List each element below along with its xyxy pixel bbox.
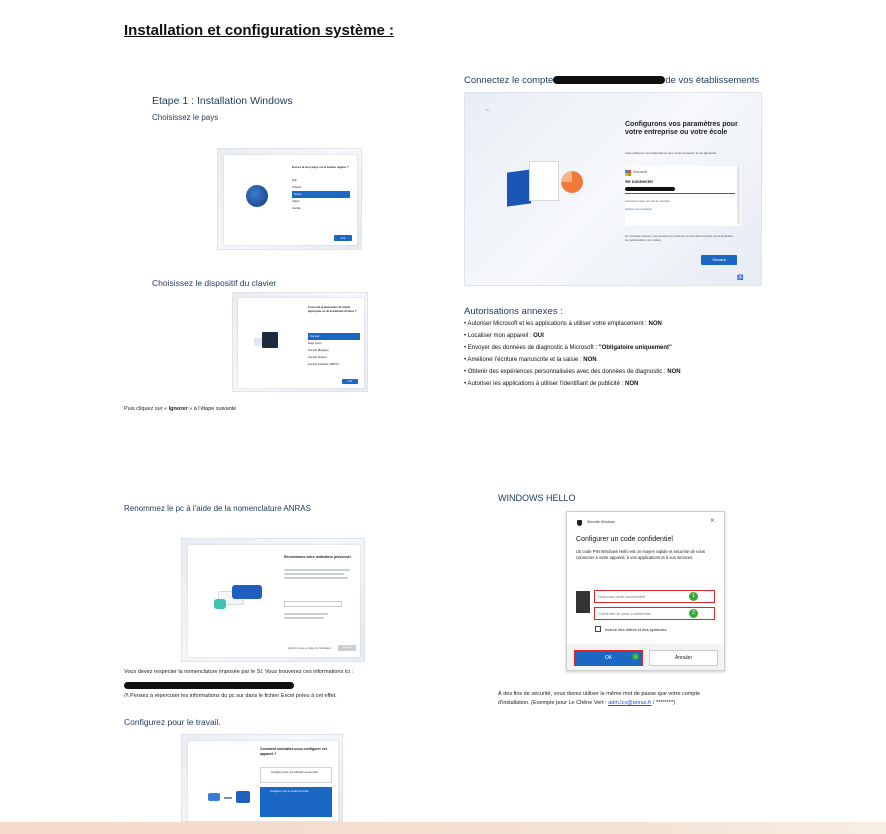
- country-option[interactable]: Gambie: [292, 205, 350, 212]
- rename-skip-link[interactable]: Ignorer la mise en place de l'ordinateur: [288, 647, 331, 650]
- briefcase-icon: [236, 791, 250, 803]
- org-footer: En choisissant Suivant, vous acceptez le…: [625, 235, 734, 242]
- org-screenshot: ← Configurons vos paramètres pour votre …: [464, 92, 762, 286]
- option-personal[interactable]: Configurer pour une utilisation personne…: [260, 767, 332, 783]
- annex-title: Autorisations annexes :: [464, 306, 563, 317]
- confirm-pin-field[interactable]: Confirmer le code confidentiel 2: [594, 607, 715, 620]
- keyboard-dialog: C'est-il de la disposition de clavier ap…: [238, 298, 364, 388]
- rename-screenshot: Renommons votre ordinateur personnel Ign…: [181, 538, 365, 662]
- marker-2: 2: [689, 609, 698, 618]
- close-icon[interactable]: ×: [710, 516, 715, 525]
- work-title: Configurez pour le travail.: [124, 717, 221, 727]
- hello-note: À des fins de sécurité, vous devez utili…: [498, 691, 701, 706]
- step1-title: Etape 1 : Installation Windows: [152, 95, 293, 107]
- cancel-button[interactable]: Annuler: [649, 650, 718, 666]
- warning-note: /!\ Pensez à répercuter les informations…: [124, 693, 337, 699]
- keyboard-option[interactable]: Belge (point): [308, 340, 360, 347]
- hello-title: WINDOWS HELLO: [498, 493, 576, 503]
- ignore-note: Puis cliquez sur « Ignorer » à l'étape s…: [124, 406, 237, 412]
- rename-next-button[interactable]: Suivant: [338, 645, 356, 651]
- redacted-email: [625, 187, 675, 191]
- signin-options-link[interactable]: Options de connexion: [625, 207, 652, 211]
- hello-heading: Configurer un code confidentiel: [576, 536, 673, 543]
- page-title: Installation et configuration système :: [124, 22, 395, 39]
- keyboard-yes-button[interactable]: Oui: [342, 379, 358, 384]
- country-option-selected[interactable]: France: [292, 191, 350, 198]
- country-screenshot: Est-ce le bon pays ou la bonne région ? …: [217, 148, 362, 250]
- annex-item: • Envoyer des données de diagnostic à Mi…: [464, 345, 672, 351]
- country-dialog: Est-ce le bon pays ou la bonne région ? …: [224, 155, 357, 245]
- annex-item: • Obtenir des expériences personnalisées…: [464, 369, 681, 375]
- annex-list: • Autoriser Microsoft et les application…: [464, 318, 681, 390]
- rename-title: Renommez le pc à l'aide de la nomenclatu…: [124, 504, 311, 513]
- security-key-link[interactable]: Connexion avec une clé de sécurité: [625, 199, 669, 203]
- scrollbar[interactable]: [737, 166, 740, 224]
- chat-bubble-icon: [232, 585, 262, 599]
- signin-label: Se connecter: [625, 179, 654, 184]
- accessibility-icon[interactable]: ♿: [737, 275, 743, 281]
- keypad-icon: [576, 591, 590, 613]
- keyboard-option[interactable]: Français (standard, AZERTY): [308, 361, 360, 368]
- checkbox-label: Inclure des lettres et des symboles: [605, 627, 667, 632]
- ms-brand: Microsoft: [633, 170, 648, 174]
- document-icon: [529, 161, 559, 201]
- letters-symbols-checkbox[interactable]: [595, 626, 601, 632]
- annex-item: • Autoriser Microsoft et les application…: [464, 321, 662, 327]
- rename-heading: Renommons votre ordinateur personnel: [284, 555, 351, 559]
- globe-icon: [246, 185, 268, 207]
- rename-dialog: Renommons votre ordinateur personnel Ign…: [188, 545, 360, 657]
- work-heading: Comment souhaitez-vous configurer cet ap…: [260, 747, 327, 756]
- option-work[interactable]: Configurer pour le travail ou l'école: [260, 787, 332, 817]
- redacted-name: [553, 76, 666, 84]
- annex-item: • Autoriser les applications à utiliser …: [464, 381, 639, 387]
- country-yes-button[interactable]: Oui: [334, 235, 352, 241]
- country-option[interactable]: Finlande: [292, 184, 350, 191]
- org-subtext: Vous utiliserez ces informations pour vo…: [625, 151, 717, 155]
- hello-window-title: Sécurité Windows: [587, 520, 616, 524]
- pc-name-input[interactable]: [284, 601, 342, 607]
- work-dialog: Comment souhaitez-vous configurer cet ap…: [188, 741, 338, 821]
- keyboard-title: Choisissez le dispositif du clavier: [152, 278, 277, 288]
- signin-panel: Microsoft Se connecter Connexion avec un…: [625, 166, 741, 226]
- marker-3: 3: [632, 653, 639, 660]
- keyboard-option[interactable]: Français (Belgique): [308, 347, 360, 354]
- email-input[interactable]: [625, 193, 735, 194]
- keyboard-question: C'est-il de la disposition de clavier ap…: [308, 306, 357, 313]
- keyboard-option[interactable]: Français (Suisse): [308, 354, 360, 361]
- annex-item: • Localiser mon appareil : OUI: [464, 333, 544, 339]
- shield-icon: [577, 520, 582, 526]
- country-question: Est-ce le bon pays ou la bonne région ?: [292, 165, 349, 169]
- keyboard-icon: [262, 332, 278, 348]
- work-screenshot: Comment souhaitez-vous configurer cet ap…: [181, 734, 343, 822]
- annex-item: • Améliorer l'écriture manuscrite et la …: [464, 357, 597, 363]
- keyboard-option-selected[interactable]: Français: [308, 333, 360, 340]
- hello-description: Un code PIN Windows Hello est un moyen r…: [576, 549, 705, 560]
- marker-1: 1: [689, 592, 698, 601]
- step1-subtitle: Choisissez le pays: [152, 113, 219, 122]
- new-pin-field[interactable]: Nouveau code confidentiel 1: [594, 590, 715, 603]
- pie-chart-icon: [561, 171, 583, 193]
- book-icon: [507, 169, 531, 207]
- org-next-button[interactable]: Suivant: [701, 255, 737, 265]
- hello-dialog: Sécurité Windows × Configurer un code co…: [566, 511, 725, 671]
- org-heading: Configurons vos paramètres pour votre en…: [625, 121, 738, 136]
- country-option[interactable]: Gabon: [292, 198, 350, 205]
- email-link[interactable]: adm.lcv@anras.fr: [608, 700, 651, 706]
- country-option[interactable]: Fidji: [292, 177, 350, 184]
- bottom-strip: [0, 822, 886, 834]
- keyboard-screenshot: C'est-il de la disposition de clavier ap…: [232, 292, 368, 392]
- rename-note: Vous devez respecter la nomenclature imp…: [124, 669, 353, 675]
- ok-button[interactable]: OK 3: [574, 650, 643, 666]
- connect-title: Connectez le compte de vos établissements: [464, 75, 760, 86]
- microsoft-logo-icon: [625, 170, 631, 176]
- redacted-bar: [124, 682, 294, 689]
